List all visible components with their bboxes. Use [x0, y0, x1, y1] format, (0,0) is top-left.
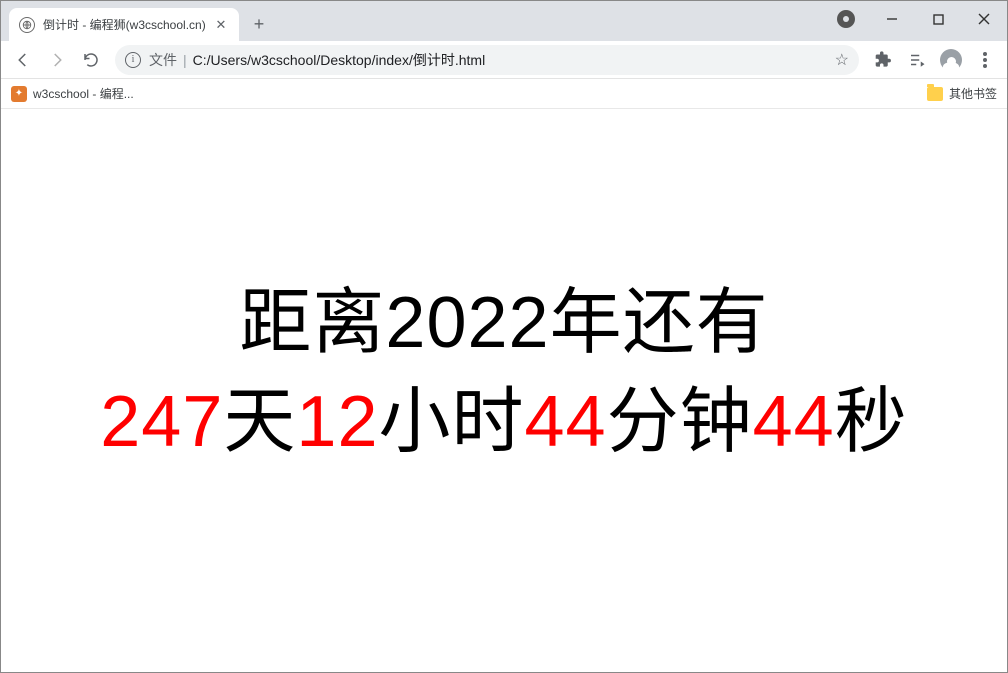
media-control-icon[interactable] — [901, 44, 933, 76]
countdown-minutes: 44 — [525, 382, 607, 462]
countdown-days: 247 — [100, 382, 223, 462]
countdown-seconds-unit: 秒 — [835, 382, 908, 462]
browser-toolbar: i 文件 | C:/Users/w3cschool/Desktop/index/… — [1, 41, 1007, 79]
countdown-days-unit: 天 — [223, 382, 296, 462]
browser-tab-active[interactable]: 倒计时 - 编程狮(w3cschool.cn) ✕ — [9, 8, 239, 41]
account-dot-icon[interactable] — [837, 10, 855, 28]
window-close-button[interactable] — [961, 4, 1007, 34]
bookmark-favicon-icon: ✦ — [11, 86, 27, 102]
nav-reload-button[interactable] — [75, 44, 107, 76]
page-content: 距离2022年还有 247天12小时44分钟44秒 — [2, 110, 1006, 671]
address-scheme-label: 文件 — [149, 50, 177, 70]
bookmark-other-folder[interactable]: 其他书签 — [927, 85, 997, 102]
bookmark-other-label: 其他书签 — [949, 85, 997, 102]
bookmark-label: w3cschool - 编程... — [33, 85, 134, 102]
address-separator: | — [183, 52, 187, 68]
site-info-icon[interactable]: i — [125, 52, 141, 68]
window-minimize-button[interactable] — [869, 4, 915, 34]
bookmarks-bar: ✦ w3cschool - 编程... 其他书签 — [1, 79, 1007, 109]
tab-title: 倒计时 - 编程狮(w3cschool.cn) — [43, 16, 207, 33]
address-url: C:/Users/w3cschool/Desktop/index/倒计时.htm… — [193, 50, 486, 70]
bookmark-star-icon[interactable]: ☆ — [835, 50, 849, 70]
countdown-hours: 12 — [296, 382, 378, 462]
bookmark-item-w3cschool[interactable]: ✦ w3cschool - 编程... — [11, 85, 134, 102]
new-tab-button[interactable]: + — [245, 10, 273, 38]
nav-back-button[interactable] — [7, 44, 39, 76]
countdown-seconds: 44 — [753, 382, 835, 462]
extensions-icon[interactable] — [867, 44, 899, 76]
countdown-minutes-unit: 分钟 — [607, 382, 753, 462]
tab-close-icon[interactable]: ✕ — [213, 17, 229, 33]
address-bar[interactable]: i 文件 | C:/Users/w3cschool/Desktop/index/… — [115, 45, 859, 75]
window-controls — [829, 1, 1007, 37]
countdown-line: 247天12小时44分钟44秒 — [100, 377, 907, 467]
window-maximize-button[interactable] — [915, 4, 961, 34]
folder-icon — [927, 87, 943, 101]
browser-tab-strip: 倒计时 - 编程狮(w3cschool.cn) ✕ + — [1, 1, 1007, 41]
globe-icon — [19, 17, 35, 33]
countdown-headline: 距离2022年还有 — [239, 284, 768, 363]
nav-forward-button[interactable] — [41, 44, 73, 76]
profile-avatar-icon[interactable] — [935, 44, 967, 76]
countdown-hours-unit: 小时 — [379, 382, 525, 462]
chrome-menu-icon[interactable] — [969, 44, 1001, 76]
